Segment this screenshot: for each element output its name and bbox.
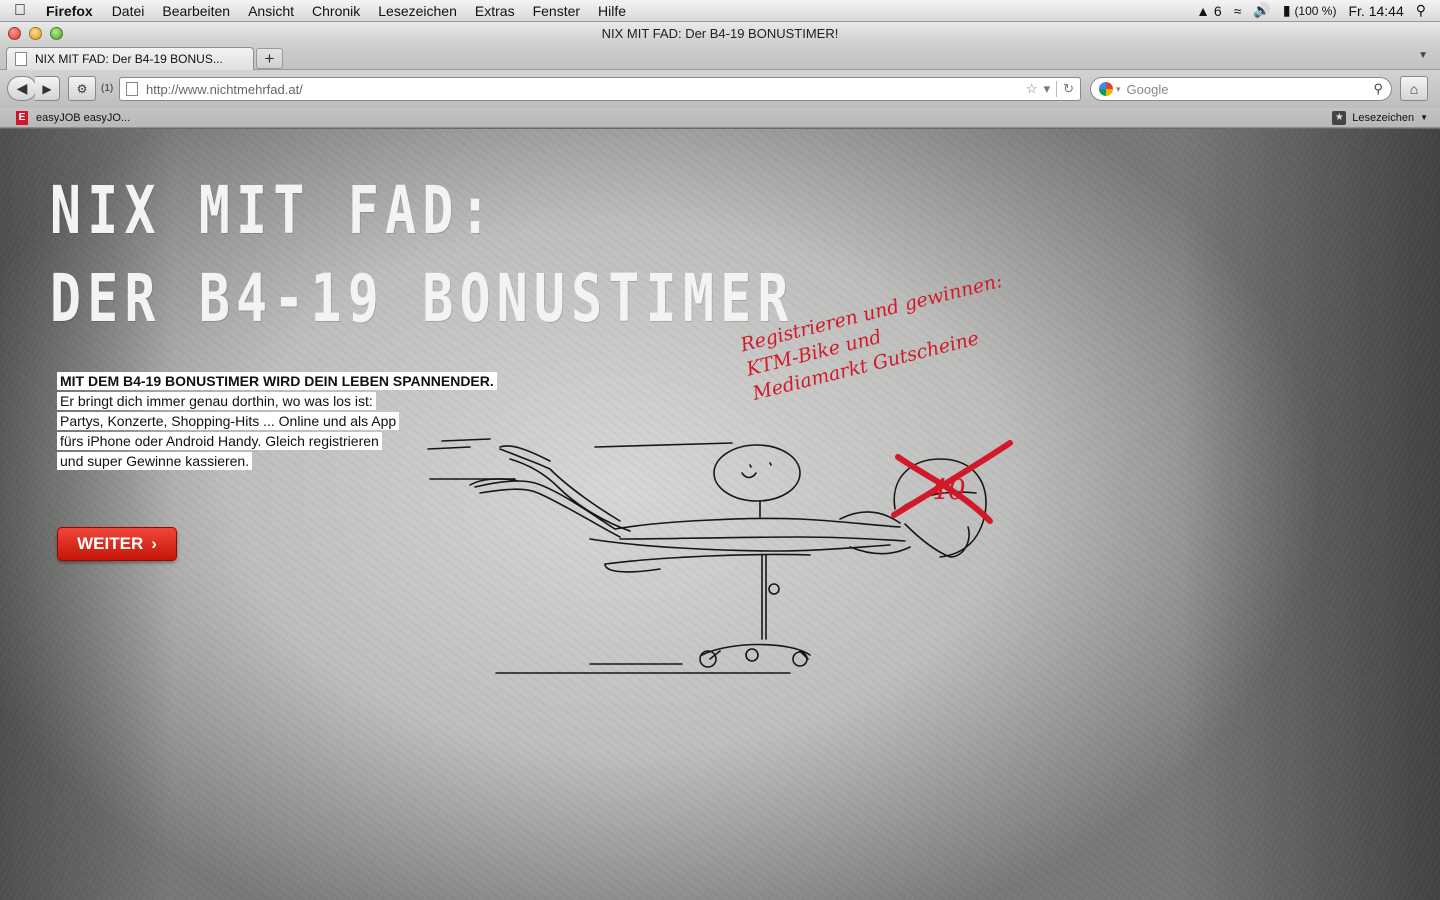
tab-label: NIX MIT FAD: Der B4-19 BONUS... [35,52,223,66]
bookmark-easyjob[interactable]: E easyJOB easyJO... [0,110,131,125]
headline-line-1: NIX MIT FAD: [50,172,497,249]
page-headline: NIX MIT FAD: DER B4-19 BONUSTIMER [50,167,795,343]
close-window-button[interactable] [8,27,21,40]
tab-bar: NIX MIT FAD: Der B4-19 BONUS... + ▼ [0,44,1440,70]
headline-line-2: DER B4-19 BONUSTIMER [50,260,795,337]
window-titlebar: NIX MIT FAD: Der B4-19 BONUSTIMER! [0,22,1440,44]
navigation-toolbar: ◀ ▶ ⚙ (1) http://www.nichtmehrfad.at/ ☆ … [0,70,1440,108]
url-dropdown-icon[interactable]: ▾ [1044,81,1051,97]
new-tab-button[interactable]: + [256,48,283,69]
battery-status[interactable]: ▮ (100 %) [1283,2,1337,19]
menu-firefox[interactable]: Firefox [40,3,103,19]
intro-line: Er bringt dich immer genau dorthin, wo w… [57,392,376,410]
mac-menubar:  Firefox Datei Bearbeiten Ansicht Chron… [0,0,1440,22]
bookmark-star-icon[interactable]: ☆ [1026,81,1038,97]
reload-icon[interactable]: ↻ [1056,81,1074,97]
bookmark-label: easyJOB easyJO... [36,111,131,124]
intro-line: Partys, Konzerte, Shopping-Hits ... Onli… [57,412,400,430]
battery-icon: ▮ [1282,2,1291,18]
battery-percent: (100 %) [1294,4,1337,18]
history-button[interactable]: ⚙ [68,76,96,101]
site-identity-icon[interactable] [126,82,138,96]
url-text[interactable]: http://www.nichtmehrfad.at/ [146,82,303,97]
search-bar[interactable]: ▾ Google ⚲ [1090,77,1392,101]
zoom-window-button[interactable] [50,27,63,40]
google-engine-icon[interactable] [1099,82,1113,96]
search-input[interactable]: Google [1127,82,1169,97]
helmet-number: 40 [929,473,966,506]
search-icon[interactable]: ⚲ [1373,81,1383,97]
volume-icon[interactable]: 🔊 [1253,2,1270,19]
history-count: (1) [101,83,114,94]
window-controls [8,27,63,40]
bookmarks-menu[interactable]: ★ Lesezeichen ▼ [1332,110,1440,125]
menu-bearbeiten[interactable]: Bearbeiten [153,3,239,19]
chevron-right-icon: › [151,534,157,553]
weiter-label: WEITER [77,534,144,553]
tab-list-chevron-icon[interactable]: ▼ [1418,50,1428,61]
bookmarks-bar: E easyJOB easyJO... ★ Lesezeichen ▼ [0,108,1440,128]
history-icon: ⚙ [76,81,88,96]
forward-button[interactable]: ▶ [35,76,60,101]
back-button[interactable]: ◀ [7,76,37,101]
wifi-icon[interactable]: ≈ [1234,3,1242,19]
weiter-button[interactable]: WEITER › [57,527,177,561]
app-menu: Firefox Datei Bearbeiten Ansicht Chronik… [40,3,635,19]
intro-heading: MIT DEM B4-19 BONUSTIMER WIRD DEIN LEBEN… [57,372,497,390]
menu-datei[interactable]: Datei [103,3,154,19]
minimize-window-button[interactable] [29,27,42,40]
menu-ansicht[interactable]: Ansicht [239,3,303,19]
window-title: NIX MIT FAD: Der B4-19 BONUSTIMER! [601,25,839,41]
adobe-status[interactable]: ▲ 6 [1196,3,1222,19]
home-button[interactable]: ⌂ [1400,76,1428,101]
status-area: ▲ 6 ≈ 🔊 ▮ (100 %) Fr. 14:44 ⚲ [1196,2,1440,19]
menu-fenster[interactable]: Fenster [524,3,589,19]
apple-icon[interactable]:  [0,2,40,20]
bookmarks-menu-label: Lesezeichen [1352,111,1415,124]
adobe-count: 6 [1213,2,1222,19]
back-arrow-icon: ◀ [16,80,28,96]
office-chair-rider-sketch: 40 [427,438,1013,674]
intro-text: MIT DEM B4-19 BONUSTIMER WIRD DEIN LEBEN… [57,372,497,472]
easyjob-icon: E [16,110,28,125]
adobe-icon: ▲ [1196,2,1211,19]
intro-line: und super Gewinne kassieren. [57,452,253,470]
web-content: NIX MIT FAD: DER B4-19 BONUSTIMER MIT DE… [0,129,1440,900]
forward-arrow-icon: ▶ [42,81,52,96]
menu-lesezeichen[interactable]: Lesezeichen [369,3,466,19]
intro-line: fürs iPhone oder Android Handy. Gleich r… [57,432,382,450]
menu-extras[interactable]: Extras [466,3,524,19]
page-icon [15,52,27,66]
home-icon: ⌂ [1409,80,1419,97]
spotlight-search-icon[interactable]: ⚲ [1416,2,1426,19]
engine-dropdown-icon[interactable]: ▾ [1116,84,1121,95]
clock[interactable]: Fr. 14:44 [1348,3,1403,19]
menu-hilfe[interactable]: Hilfe [589,3,635,19]
tab-active[interactable]: NIX MIT FAD: Der B4-19 BONUS... [6,47,254,70]
bookmarks-dropdown-icon: ▼ [1420,113,1428,122]
menu-chronik[interactable]: Chronik [303,3,369,19]
url-bar[interactable]: http://www.nichtmehrfad.at/ ☆ ▾ ↻ [119,77,1081,101]
bookmarks-star-icon: ★ [1332,110,1347,125]
